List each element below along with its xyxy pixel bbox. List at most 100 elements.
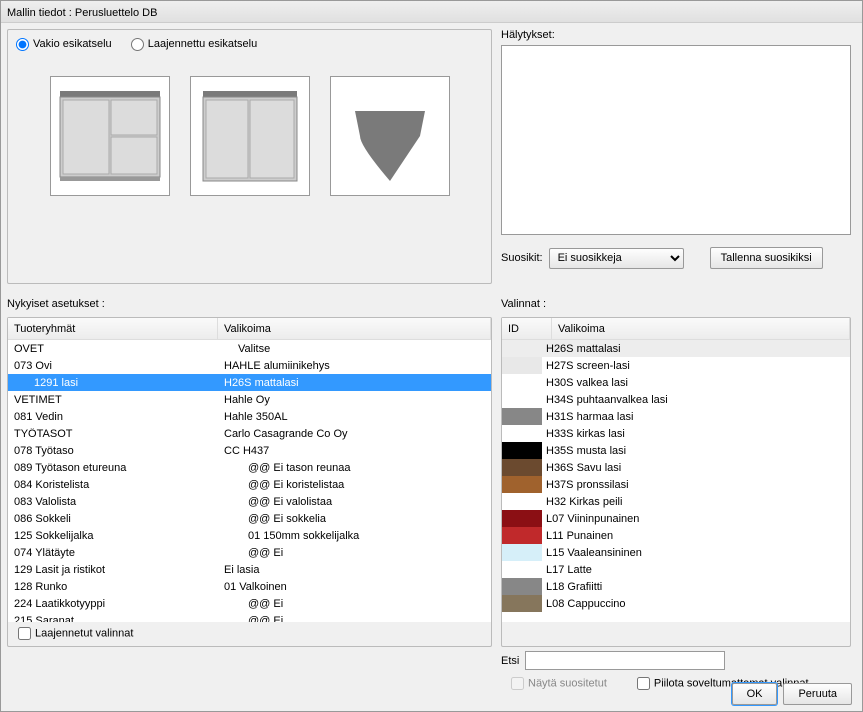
settings-cell-group: 129 Lasit ja ristikot <box>8 564 218 576</box>
list-item[interactable]: H26S mattalasi <box>502 340 850 357</box>
table-row[interactable]: TYÖTASOTCarlo Casagrande Co Oy <box>8 425 491 442</box>
options-header-id[interactable]: ID <box>502 318 552 339</box>
settings-cell-group: 081 Vedin <box>8 411 218 423</box>
settings-cell-range: CC H437 <box>218 445 491 457</box>
cancel-button[interactable]: Peruuta <box>783 683 852 705</box>
extended-options-label: Laajennetut valinnat <box>35 627 133 639</box>
radio-extended-label: Laajennettu esikatselu <box>148 38 257 50</box>
table-row[interactable]: 084 Koristelista@@ Ei koristelistaa <box>8 476 491 493</box>
table-row[interactable]: 1291 lasiH26S mattalasi <box>8 374 491 391</box>
settings-cell-range: Carlo Casagrande Co Oy <box>218 428 491 440</box>
settings-cell-range: @@ Ei valolistaa <box>218 496 491 508</box>
option-label: H31S harmaa lasi <box>542 411 633 423</box>
color-swatch <box>502 374 542 391</box>
settings-cell-range: @@ Ei koristelistaa <box>218 479 491 491</box>
option-label: H26S mattalasi <box>542 343 621 355</box>
options-grid-header: ID Valikoima <box>502 318 850 340</box>
color-swatch <box>502 510 542 527</box>
list-item[interactable]: H31S harmaa lasi <box>502 408 850 425</box>
search-row: Etsi <box>501 651 725 670</box>
table-row[interactable]: 215 Saranat@@ Ei <box>8 612 491 622</box>
settings-cell-group: 224 Laatikkotyyppi <box>8 598 218 610</box>
current-settings-label: Nykyiset asetukset : <box>7 298 105 310</box>
color-swatch <box>502 595 542 612</box>
table-row[interactable]: 224 Laatikkotyyppi@@ Ei <box>8 595 491 612</box>
option-label: H32 Kirkas peili <box>542 496 622 508</box>
settings-cell-range: 01 150mm sokkelijalka <box>218 530 491 542</box>
alerts-textbox[interactable] <box>501 45 851 235</box>
list-item[interactable]: L11 Punainen <box>502 527 850 544</box>
settings-header-groups[interactable]: Tuoteryhmät <box>8 318 218 339</box>
favorites-label: Suosikit: <box>501 252 543 264</box>
radio-standard-label: Vakio esikatselu <box>33 38 112 50</box>
preview-thumb-3[interactable] <box>330 76 450 196</box>
search-label: Etsi <box>501 655 519 667</box>
option-label: L18 Grafiitti <box>542 581 602 593</box>
table-row[interactable]: 128 Runko01 Valkoinen <box>8 578 491 595</box>
table-row[interactable]: 073 OviHAHLE alumiinikehys <box>8 357 491 374</box>
option-label: L08 Cappuccino <box>542 598 626 610</box>
settings-cell-range: @@ Ei <box>218 598 491 610</box>
settings-scroll[interactable]: OVETValitse073 OviHAHLE alumiinikehys129… <box>8 340 491 622</box>
list-item[interactable]: L15 Vaaleansininen <box>502 544 850 561</box>
alerts-panel: Hälytykset: Suosikit: Ei suosikkeja Tall… <box>501 29 851 269</box>
settings-cell-group: 089 Työtason etureuna <box>8 462 218 474</box>
list-item[interactable]: H30S valkea lasi <box>502 374 850 391</box>
settings-cell-range: @@ Ei tason reunaa <box>218 462 491 474</box>
show-favorites-label: Näytä suositetut <box>528 677 607 689</box>
list-item[interactable]: H36S Savu lasi <box>502 459 850 476</box>
list-item[interactable]: H35S musta lasi <box>502 442 850 459</box>
table-row[interactable]: VETIMETHahle Oy <box>8 391 491 408</box>
list-item[interactable]: H33S kirkas lasi <box>502 425 850 442</box>
list-item[interactable]: L17 Latte <box>502 561 850 578</box>
cabinet-icon <box>55 86 165 186</box>
preview-thumb-2[interactable] <box>190 76 310 196</box>
settings-cell-range: @@ Ei <box>218 615 491 623</box>
options-label: Valinnat : <box>501 298 546 310</box>
settings-cell-group: 073 Ovi <box>8 360 218 372</box>
settings-cell-range: Valitse <box>218 343 491 355</box>
table-row[interactable]: 086 Sokkeli@@ Ei sokkelia <box>8 510 491 527</box>
option-label: L11 Punainen <box>542 530 613 542</box>
search-input[interactable] <box>525 651 725 670</box>
extended-options-check[interactable]: Laajennetut valinnat <box>18 627 133 640</box>
list-item[interactable]: L18 Grafiitti <box>502 578 850 595</box>
table-row[interactable]: 083 Valolista@@ Ei valolistaa <box>8 493 491 510</box>
list-item[interactable]: L07 Viininpunainen <box>502 510 850 527</box>
ok-button[interactable]: OK <box>732 683 778 705</box>
settings-header-range[interactable]: Valikoima <box>218 318 491 339</box>
options-grid: ID Valikoima H26S mattalasi H27S screen-l… <box>501 317 851 647</box>
radio-extended-preview[interactable]: Laajennettu esikatselu <box>131 38 257 50</box>
color-swatch <box>502 442 542 459</box>
save-favorite-button[interactable]: Tallenna suosikiksi <box>710 247 823 269</box>
radio-standard-preview[interactable]: Vakio esikatselu <box>16 38 112 50</box>
list-item[interactable]: H37S pronssilasi <box>502 476 850 493</box>
option-label: L15 Vaaleansininen <box>542 547 642 559</box>
table-row[interactable]: OVETValitse <box>8 340 491 357</box>
settings-cell-range: Hahle 350AL <box>218 411 491 423</box>
table-row[interactable]: 129 Lasit ja ristikotEi lasia <box>8 561 491 578</box>
favorites-select[interactable]: Ei suosikkeja <box>549 248 684 269</box>
titlebar[interactable]: Mallin tiedot : Perusluettelo DB <box>1 1 862 23</box>
settings-cell-group: 083 Valolista <box>8 496 218 508</box>
preview-thumb-1[interactable] <box>50 76 170 196</box>
option-label: H36S Savu lasi <box>542 462 621 474</box>
list-item[interactable]: H27S screen-lasi <box>502 357 850 374</box>
settings-cell-range: H26S mattalasi <box>218 377 491 389</box>
list-item[interactable]: H32 Kirkas peili <box>502 493 850 510</box>
table-row[interactable]: 125 Sokkelijalka01 150mm sokkelijalka <box>8 527 491 544</box>
list-item[interactable]: H34S puhtaanvalkea lasi <box>502 391 850 408</box>
settings-cell-group: OVET <box>8 343 218 355</box>
options-scroll[interactable]: H26S mattalasi H27S screen-lasi H30S valke… <box>502 340 850 622</box>
table-row[interactable]: 074 Ylätäyte@@ Ei <box>8 544 491 561</box>
settings-cell-group: 128 Runko <box>8 581 218 593</box>
list-item[interactable]: L08 Cappuccino <box>502 595 850 612</box>
color-swatch <box>502 544 542 561</box>
table-row[interactable]: 081 VedinHahle 350AL <box>8 408 491 425</box>
option-label: H30S valkea lasi <box>542 377 628 389</box>
preview-panel: Vakio esikatselu Laajennettu esikatselu <box>7 29 492 284</box>
options-header-range[interactable]: Valikoima <box>552 318 850 339</box>
table-row[interactable]: 089 Työtason etureuna@@ Ei tason reunaa <box>8 459 491 476</box>
settings-cell-group: 086 Sokkeli <box>8 513 218 525</box>
table-row[interactable]: 078 TyötasoCC H437 <box>8 442 491 459</box>
